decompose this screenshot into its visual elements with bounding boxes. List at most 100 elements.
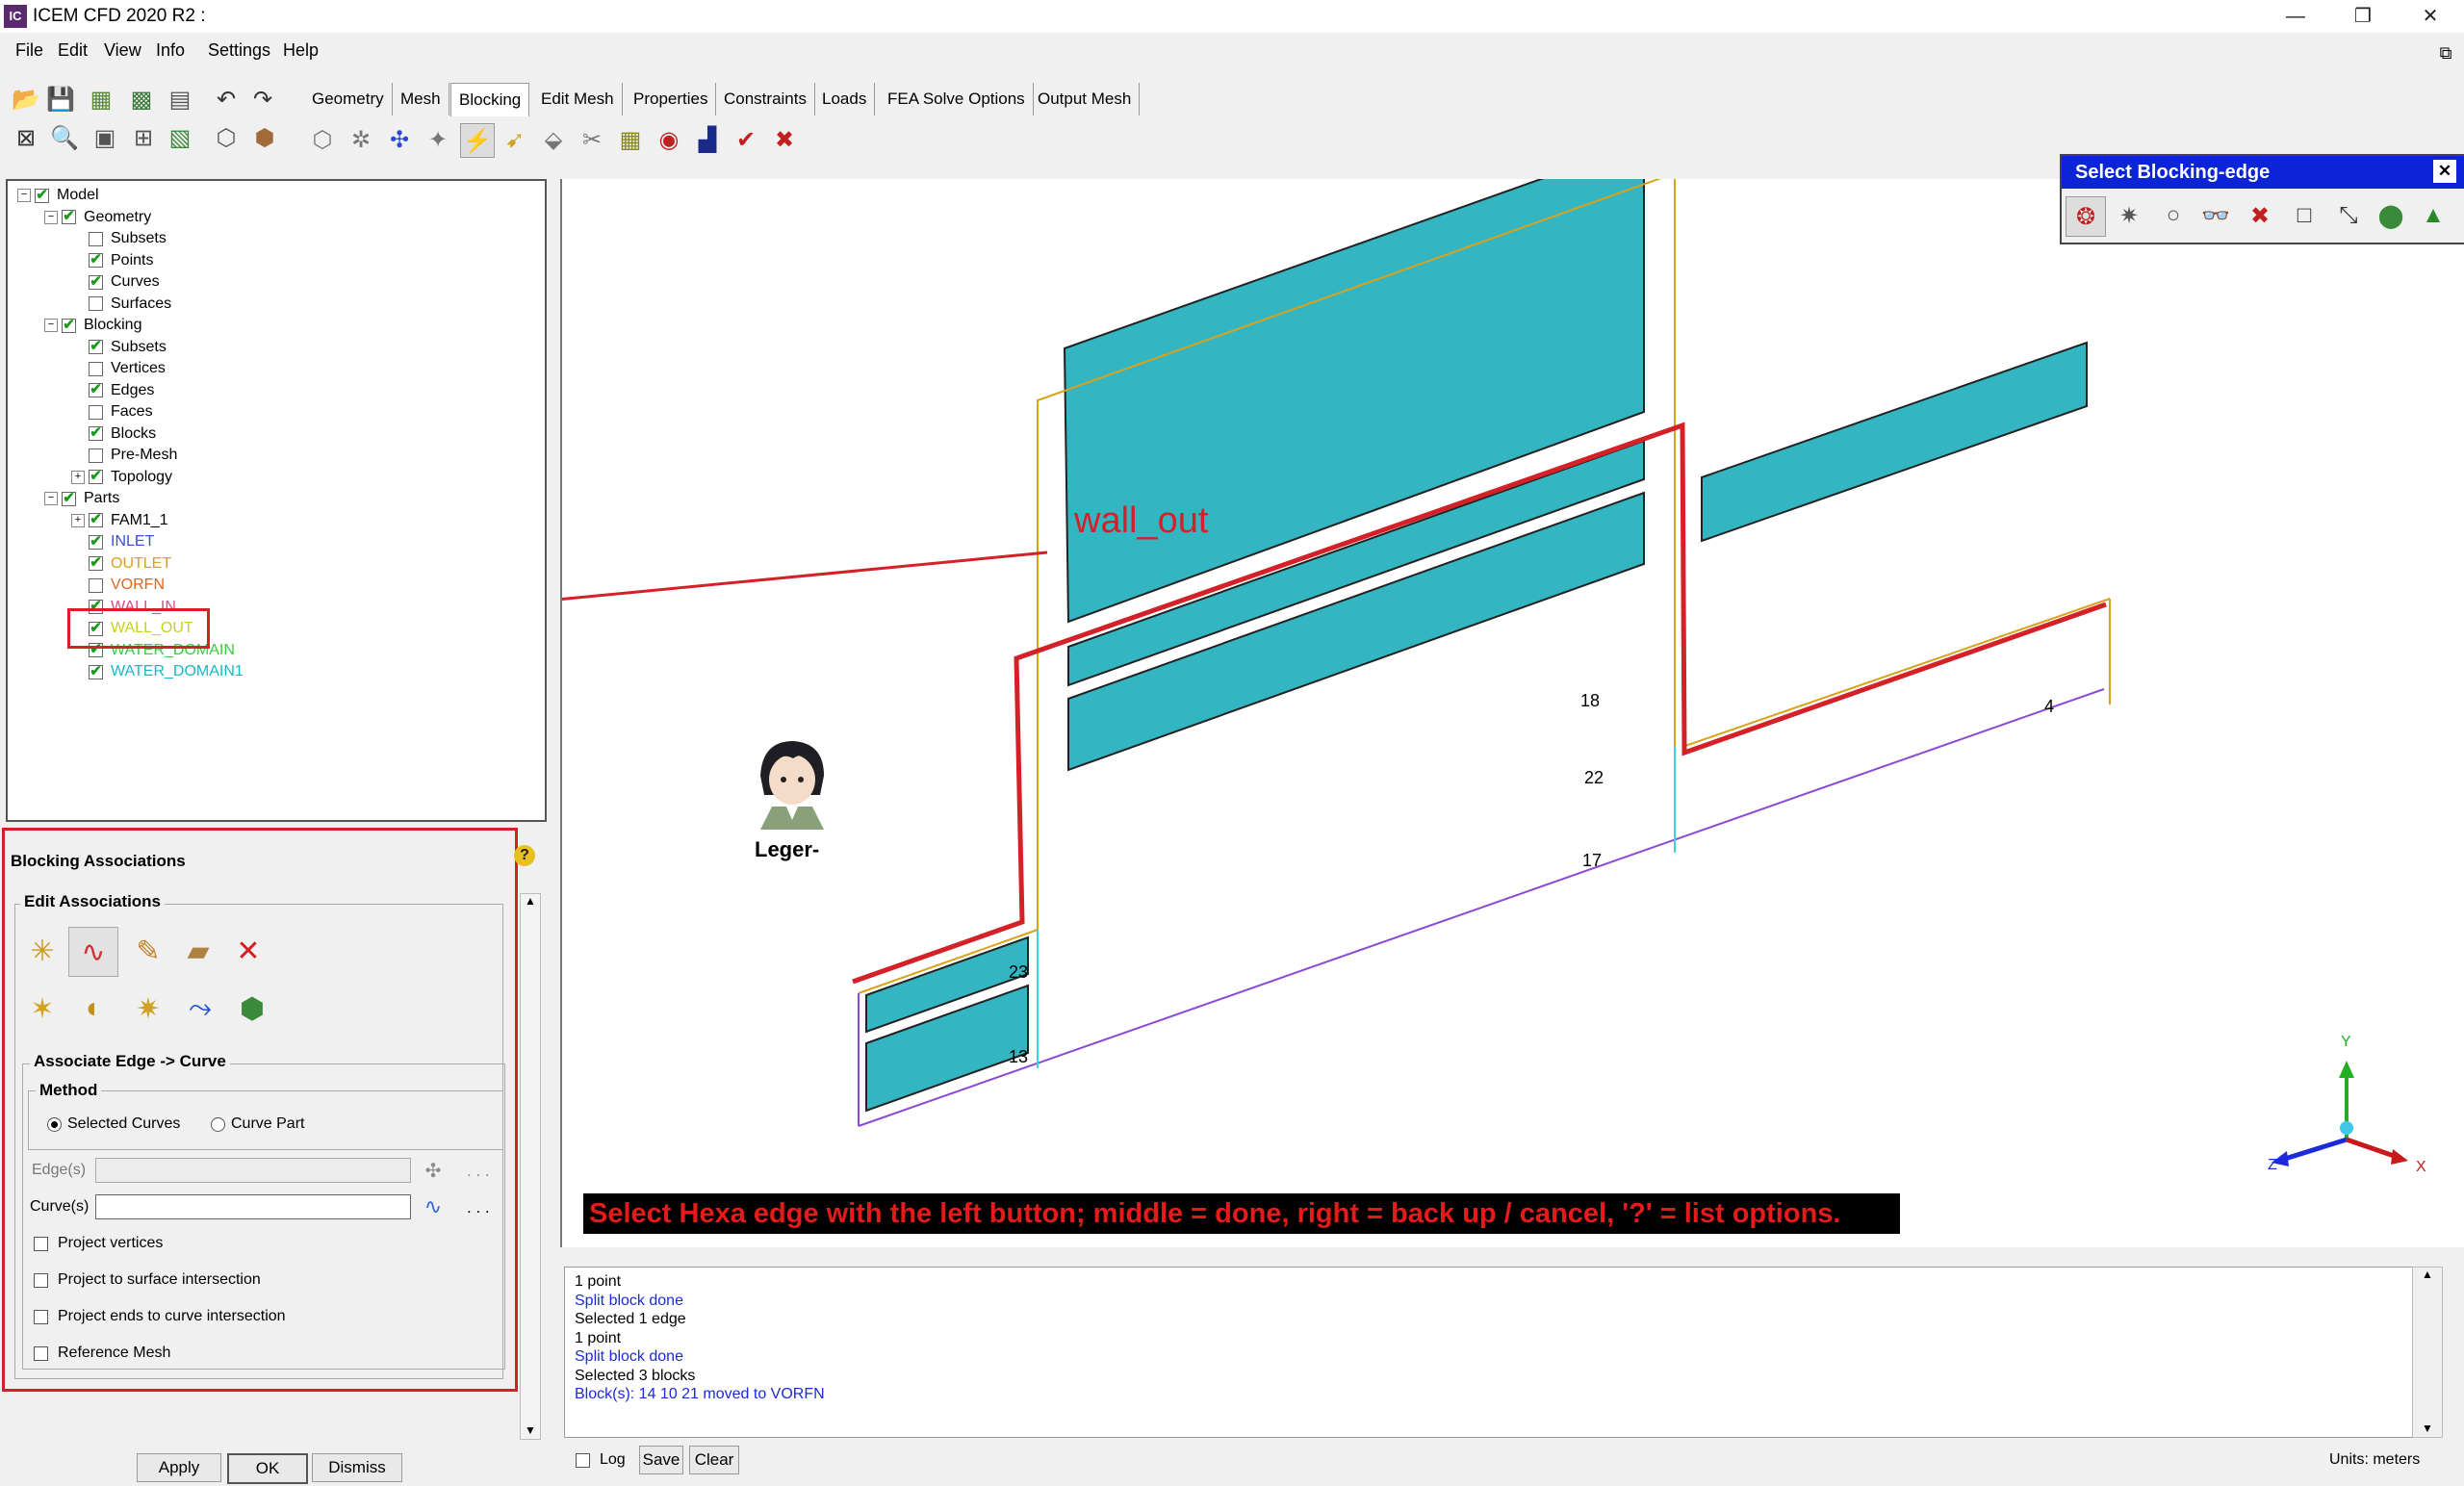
edges-field[interactable] [95, 1158, 411, 1183]
geometry-file-icon[interactable]: ▦ [85, 83, 117, 115]
select-edges-icon[interactable]: ✣ [419, 1156, 448, 1185]
tree-checkbox[interactable]: ✔ [35, 188, 49, 203]
tree-checkbox[interactable] [89, 577, 103, 593]
tree-checkbox[interactable] [89, 296, 103, 311]
tree-item[interactable]: VORFN [71, 575, 165, 596]
undo-icon[interactable]: ↶ [210, 83, 243, 115]
tree-checkbox[interactable] [89, 404, 103, 420]
tab-output-mesh[interactable]: Output Mesh [1030, 83, 1141, 115]
tree-checkbox[interactable]: ✔ [62, 491, 76, 506]
close-button[interactable]: ✕ [2397, 0, 2464, 33]
tree-item[interactable]: Vertices [71, 358, 166, 379]
save-icon[interactable]: 💾 [44, 83, 77, 115]
solid-icon[interactable]: ⬢ [248, 121, 281, 154]
mesh-file-icon[interactable]: ▩ [125, 83, 158, 115]
curves-more[interactable]: . . . [467, 1198, 490, 1217]
select-panel-close-button[interactable]: ✕ [2433, 160, 2456, 183]
log-scrollbar[interactable]: ▲ ▼ [2412, 1267, 2443, 1438]
tree-checkbox[interactable]: ✔ [89, 664, 103, 679]
tree-checkbox[interactable]: ✔ [89, 469, 103, 484]
assoc-vertex-icon[interactable]: ✳ [18, 927, 66, 975]
zoom-icon[interactable]: 🔍 [48, 121, 81, 154]
method-curve-part[interactable]: Curve Part [211, 1115, 304, 1133]
reference-mesh-option[interactable]: Reference Mesh [34, 1345, 170, 1362]
select-visible-icon[interactable]: 👓 [2196, 196, 2235, 235]
associate-icon[interactable]: ⚡ [460, 123, 495, 158]
expand-icon[interactable]: + [71, 470, 85, 484]
box-select-icon[interactable]: □ [2285, 196, 2323, 235]
tree-item[interactable]: + ✔ Topology [71, 467, 172, 488]
menu-info[interactable]: Info [156, 40, 185, 61]
select-by-color-icon[interactable]: ⬤ [2372, 196, 2410, 235]
apply-button[interactable]: Apply [137, 1453, 221, 1482]
tree-checkbox[interactable]: ✔ [89, 252, 103, 268]
tree-checkbox[interactable]: ✔ [62, 209, 76, 224]
collapse-icon[interactable]: − [17, 189, 31, 202]
tree-checkbox[interactable]: ✔ [89, 339, 103, 354]
undock-icon[interactable]: ⧉ [2429, 37, 2462, 69]
menu-edit[interactable]: Edit [58, 40, 88, 61]
tree-item[interactable]: + ✔ FAM1_1 [71, 510, 168, 531]
help-icon[interactable]: ? [514, 845, 535, 866]
restore-button[interactable]: ❐ [2329, 0, 2397, 33]
tree-checkbox[interactable] [89, 448, 103, 463]
edit-edge-icon[interactable]: ✂ [576, 123, 608, 156]
log-scroll-down-icon[interactable]: ▼ [2413, 1422, 2442, 1435]
tree-item[interactable]: Surfaces [71, 294, 171, 315]
tab-constraints[interactable]: Constraints [716, 83, 815, 115]
assoc-face-icon[interactable]: ▰ [174, 927, 222, 975]
menu-settings[interactable]: Settings [208, 40, 270, 61]
edges-more[interactable]: . . . [467, 1162, 490, 1181]
tree-item[interactable]: Subsets [71, 228, 167, 249]
tab-geometry[interactable]: Geometry [304, 83, 393, 115]
wireframe-icon[interactable]: ⬡ [210, 121, 243, 154]
premesh-quality-icon[interactable]: ◉ [653, 123, 685, 156]
tab-fea-solve-options[interactable]: FEA Solve Options [880, 83, 1034, 115]
premesh-smooth-icon[interactable]: ▟ [691, 123, 724, 156]
project-ends-checkbox[interactable] [34, 1309, 48, 1324]
tree-checkbox[interactable]: ✔ [62, 318, 76, 333]
collapse-icon[interactable]: − [44, 319, 58, 332]
refresh-icon[interactable]: ▧ [164, 121, 196, 154]
menu-help[interactable]: Help [283, 40, 319, 61]
auto-associate-icon[interactable]: ⬢ [228, 985, 276, 1033]
move-vertex-icon[interactable]: ➹ [499, 123, 531, 156]
tree-item[interactable]: ✔ Blocks [71, 423, 156, 445]
log-option[interactable]: Log [576, 1451, 626, 1469]
project-surface-checkbox[interactable] [34, 1272, 48, 1288]
tree-checkbox[interactable]: ✔ [89, 555, 103, 571]
expand-icon[interactable]: + [71, 513, 85, 527]
tree-checkbox[interactable] [89, 361, 103, 376]
tab-edit-mesh[interactable]: Edit Mesh [533, 83, 623, 115]
fit-window-icon[interactable]: ⊠ [10, 121, 42, 154]
collapse-icon[interactable]: − [44, 492, 58, 505]
toggle-selection-icon[interactable]: ❂ [2066, 196, 2106, 237]
tab-blocking[interactable]: Blocking [450, 83, 530, 116]
tree-item[interactable]: ✔ Subsets [71, 337, 167, 358]
split-block-icon[interactable]: ✲ [345, 123, 377, 156]
tab-properties[interactable]: Properties [626, 83, 717, 115]
update-assoc-icon[interactable]: ◐ [70, 985, 118, 1033]
select-curves-icon[interactable]: ∿ [419, 1192, 448, 1221]
assoc-edge-surface-icon[interactable]: ✎ [124, 927, 172, 975]
menu-view[interactable]: View [104, 40, 141, 61]
curves-field[interactable] [95, 1194, 411, 1219]
tree-checkbox[interactable]: ✔ [89, 534, 103, 550]
minimize-button[interactable]: — [2262, 0, 2329, 33]
radio-selected-curves[interactable] [47, 1116, 62, 1132]
tree-item[interactable]: ✔ Curves [71, 271, 160, 293]
save-log-button[interactable]: Save [639, 1446, 683, 1474]
cancel-selection-icon[interactable]: ✖ [2241, 196, 2279, 235]
tree-checkbox[interactable]: ✔ [89, 512, 103, 527]
tree-checkbox[interactable]: ✔ [89, 274, 103, 290]
assoc-edge-curve-icon[interactable]: ∿ [68, 927, 118, 977]
merge-vertices-icon[interactable]: ✣ [383, 123, 416, 156]
select-by-type-icon[interactable]: ▲ [2414, 196, 2452, 235]
tree-item[interactable]: ✔ INLET [71, 531, 154, 552]
menu-file[interactable]: File [15, 40, 43, 61]
select-circle-icon[interactable]: ○ [2154, 196, 2193, 235]
dismiss-button[interactable]: Dismiss [312, 1453, 402, 1482]
select-all-icon[interactable]: ✷ [2110, 196, 2148, 235]
tree-checkbox[interactable]: ✔ [89, 382, 103, 397]
tree-item[interactable]: Faces [71, 401, 153, 423]
